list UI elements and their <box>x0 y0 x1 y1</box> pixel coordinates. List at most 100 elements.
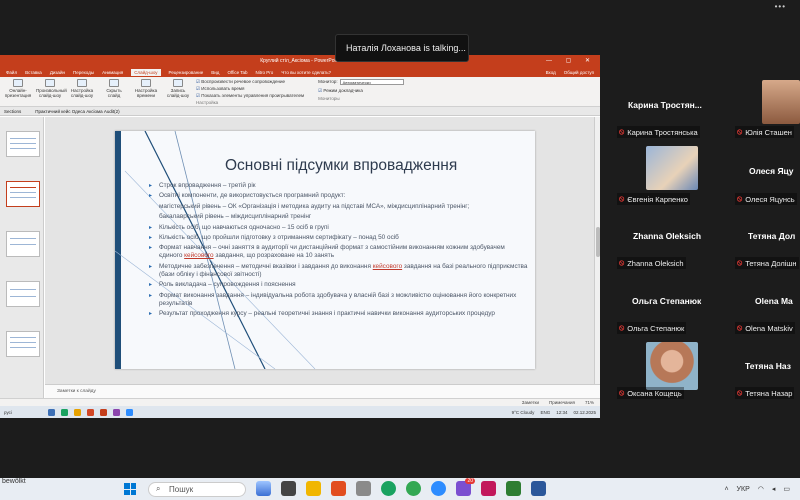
speaking-indicator: Наталія Лоханова is talking... <box>335 34 469 62</box>
tab-view[interactable]: Вид <box>211 70 219 75</box>
presenter-view-checkbox[interactable]: Режим докладчика <box>318 88 404 93</box>
record-show-button[interactable]: Запись слайд-шоу <box>164 79 192 98</box>
shared-screen: Круглий стіл_Аксіома - PowerPoint — ▢ ✕ … <box>0 55 600 418</box>
widget-icon[interactable] <box>256 481 271 496</box>
app-icon[interactable] <box>506 481 521 496</box>
slide-bullet: Кількість осіб, що навчаються одночасно … <box>149 224 529 232</box>
ribbon-checkboxes: Воспроизвести речевое сопровождение Испо… <box>196 79 304 105</box>
speaker-icon[interactable]: ◂ <box>772 485 776 493</box>
slide-thumbnail[interactable] <box>6 281 40 307</box>
share-button[interactable]: Общий доступ <box>564 70 594 75</box>
language-indicator[interactable]: ENG <box>540 410 550 415</box>
weather-widget[interactable]: 9°C Cloudy <box>512 410 535 415</box>
present-icon <box>13 79 23 87</box>
notes-pane[interactable]: Заметки к слайду <box>45 384 600 398</box>
tab-transitions[interactable]: Переходы <box>73 70 94 75</box>
ppt-title-bar: Круглий стіл_Аксіома - PowerPoint — ▢ ✕ <box>0 55 600 67</box>
comments-toggle[interactable]: Примечания <box>549 400 575 405</box>
media-controls-checkbox[interactable]: Показать элементы управления проигрывате… <box>196 93 304 98</box>
participant-label: ⦸ Ольга Степанюк <box>617 322 687 334</box>
mic-off-icon: ⦸ <box>619 194 625 203</box>
mic-off-icon: ⦸ <box>737 127 743 136</box>
participant-video <box>646 342 698 390</box>
tab-animation[interactable]: Анимация <box>102 70 123 75</box>
custom-show-button[interactable]: Произвольный слайд-шоу <box>36 79 67 98</box>
chrome-icon[interactable] <box>381 481 396 496</box>
tab-design[interactable]: Дизайн <box>50 70 65 75</box>
tab-nitro[interactable]: Nitro Pro <box>256 70 274 75</box>
rehearse-timings-button[interactable]: Настройка времени <box>132 79 160 98</box>
participant-name: Olena Ma <box>755 296 793 306</box>
app-icon[interactable] <box>60 408 68 416</box>
language-indicator[interactable]: УКР <box>737 486 750 493</box>
app-icon[interactable] <box>356 481 371 496</box>
tab-review[interactable]: Рецензирование <box>169 70 204 75</box>
slide-thumbnail[interactable] <box>6 231 40 257</box>
sign-in-link[interactable]: Вход <box>546 70 556 75</box>
timings-checkbox[interactable]: Использовать время <box>196 86 304 91</box>
slide-thumbnail[interactable] <box>6 131 40 157</box>
battery-icon[interactable]: ▭ <box>783 485 790 493</box>
chevron-up-icon[interactable]: ˄ <box>724 486 728 493</box>
windows-taskbar: bewölkt ⌕ Пошук 20 ˄ УКР ◠ ◂ ▭ <box>0 478 800 500</box>
window-controls[interactable]: — ▢ ✕ <box>546 57 596 64</box>
app-icon[interactable] <box>47 408 55 416</box>
document-tab[interactable]: Практичний кейс Одеса Аксіома Audit(2) <box>35 109 119 114</box>
app-icon[interactable] <box>112 408 120 416</box>
tab-insert[interactable]: Вставка <box>25 70 42 75</box>
participant-label: ⦸ Оксана Кощець <box>617 387 684 399</box>
monitors-group: Монитор:Автоматически Режим докладчика М… <box>318 79 404 101</box>
slide-canvas: Основні підсумки впровадження Строк впро… <box>45 117 600 384</box>
slide-bullet: Методичне забезпечення – методичні вказі… <box>149 263 529 279</box>
hide-slide-button[interactable]: Скрыть слайд <box>100 79 128 98</box>
zoom-app-icon[interactable] <box>431 481 446 496</box>
weather-text[interactable]: bewölkt <box>2 478 26 485</box>
zoom-icon[interactable] <box>125 408 133 416</box>
app-icon[interactable] <box>331 481 346 496</box>
tab-slideshow[interactable]: Слайд-шоу <box>131 68 161 76</box>
file-explorer-icon[interactable] <box>306 481 321 496</box>
inner-taskbar-left: русі <box>4 409 12 415</box>
app-icon[interactable] <box>481 481 496 496</box>
sections-tab[interactable]: Sections <box>4 109 21 114</box>
participant-label: ⦸ Olena Matskiv <box>735 322 795 334</box>
task-view-icon[interactable] <box>281 481 296 496</box>
tab-file[interactable]: Файл <box>6 70 17 75</box>
monitor-select[interactable]: Автоматически <box>339 79 404 85</box>
tell-me-search[interactable]: Что вы хотите сделать? <box>281 70 331 75</box>
app-icon[interactable] <box>406 481 421 496</box>
windows-start-icon[interactable] <box>124 483 136 495</box>
powerpoint-icon[interactable] <box>86 408 94 416</box>
notes-toggle[interactable]: Заметки <box>522 400 539 405</box>
viber-icon[interactable]: 20 <box>456 478 475 496</box>
wifi-icon[interactable]: ◠ <box>758 485 764 493</box>
participant-label: ⦸ Zhanna Oleksich <box>617 257 686 269</box>
folder-icon[interactable] <box>73 408 81 416</box>
slide-bullet: Формат навчання – очні заняття в аудитор… <box>149 244 529 260</box>
setup-icon <box>77 79 87 87</box>
slide-thumbnail-active[interactable] <box>6 181 40 207</box>
app-icon[interactable] <box>99 408 107 416</box>
record-icon <box>173 79 183 87</box>
ppt-window-title: Круглий стіл_Аксіома - PowerPoint <box>260 58 340 64</box>
online-present-button[interactable]: Онлайн-презентация <box>4 79 32 98</box>
slide-bullet: Кількість осіб, що пройшли підготовку з … <box>149 234 529 242</box>
tab-office-tab[interactable]: Office Tab <box>227 70 247 75</box>
clock-time: 12:34 <box>556 409 568 415</box>
more-options-icon[interactable]: ••• <box>775 2 786 11</box>
slide-scrollbar[interactable] <box>594 117 600 384</box>
setup-show-button[interactable]: Настройка слайд-шоу <box>68 79 96 98</box>
slide-thumbnail[interactable] <box>6 331 40 357</box>
zoom-level[interactable]: 71% <box>585 400 594 405</box>
participant-name: Zhanna Oleksich <box>633 231 702 241</box>
word-icon[interactable] <box>531 481 546 496</box>
slide-bullet: Роль викладача – супровождення і пояснен… <box>149 281 529 289</box>
participant-video <box>646 146 698 190</box>
slide-subitem: магістерський рівень – ОК «Організація і… <box>159 202 470 210</box>
slide[interactable]: Основні підсумки впровадження Строк впро… <box>115 131 535 369</box>
narration-checkbox[interactable]: Воспроизвести речевое сопровождение <box>196 79 304 84</box>
taskbar-search[interactable]: ⌕ Пошук <box>148 482 246 497</box>
mic-off-icon: ⦸ <box>619 323 625 332</box>
inner-taskbar: русі 9°C Cloudy ENG 12:34 02.12.2025 <box>0 406 600 418</box>
ppt-menu-tabs: Файл Вставка Дизайн Переходы Анимация Сл… <box>0 67 600 77</box>
